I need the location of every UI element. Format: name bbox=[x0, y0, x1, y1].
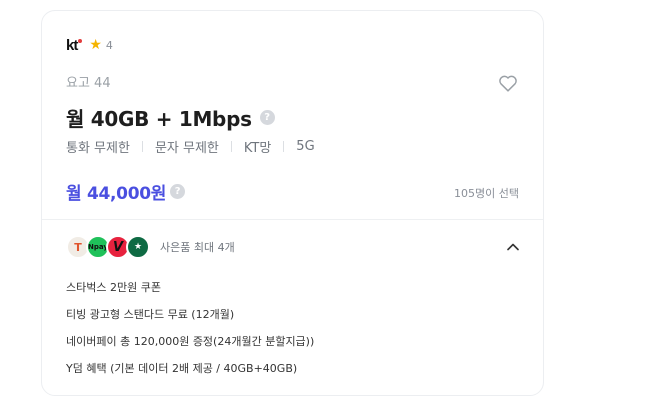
feature-divider bbox=[283, 141, 285, 152]
help-icon[interactable]: ? bbox=[259, 110, 275, 125]
carrier-brand: kt ★ 4 bbox=[66, 36, 519, 54]
feature-item: 5G bbox=[296, 139, 315, 154]
plan-card[interactable]: kt ★ 4 요고 44 월 40GB + 1Mbps ? 통화 무제한 문자 … bbox=[41, 10, 544, 396]
price-help-icon[interactable]: ? bbox=[170, 184, 186, 199]
feature-item: KT망 bbox=[243, 141, 272, 156]
selected-count: 105명이 선택 bbox=[454, 187, 519, 200]
benefit-item: 티빙 광고형 스탠다드 무료 (12개월) bbox=[66, 308, 235, 321]
feature-item: 문자 무제한 bbox=[154, 141, 219, 156]
kt-logo: kt bbox=[66, 37, 83, 54]
benefit-list: 스타벅스 2만원 쿠폰 티빙 광고형 스탠다드 무료 (12개월) 네이버페이 … bbox=[66, 279, 314, 387]
benefit-item: 네이버페이 총 120,000원 증정(24개월간 분할지급)) bbox=[66, 335, 315, 348]
starbucks-icon: ★ bbox=[126, 235, 150, 259]
rating-value: 4 bbox=[105, 38, 113, 52]
star-icon: ★ bbox=[89, 37, 102, 53]
feature-divider bbox=[230, 141, 232, 152]
feature-item: 통화 무제한 bbox=[66, 141, 130, 156]
gift-icons: T Npay V ★ bbox=[66, 235, 150, 259]
heart-icon[interactable] bbox=[497, 72, 519, 94]
plan-price: 월 44,000원 bbox=[66, 184, 167, 204]
gift-label: 사은품 최대 4개 bbox=[160, 241, 235, 254]
plan-features: 통화 무제한 문자 무제한 KT망 5G bbox=[66, 137, 315, 156]
gift-toggle-row[interactable]: T Npay V ★ 사은품 최대 4개 bbox=[66, 234, 519, 260]
plan-title: 월 40GB + 1Mbps bbox=[66, 107, 252, 131]
chevron-up-icon[interactable] bbox=[505, 239, 521, 255]
feature-divider bbox=[141, 141, 143, 152]
benefit-item: 스타벅스 2만원 쿠폰 bbox=[66, 281, 161, 294]
carrier-header: kt ★ 4 bbox=[66, 36, 519, 54]
plan-title-row: 월 40GB + 1Mbps ? bbox=[66, 103, 275, 132]
price-row: 월 44,000원 ? bbox=[66, 179, 186, 204]
benefit-item: Y덤 혜택 (기본 데이터 2배 제공 / 40GB+40GB) bbox=[66, 362, 298, 375]
divider bbox=[42, 219, 543, 220]
plan-name: 요고 44 bbox=[66, 76, 111, 91]
